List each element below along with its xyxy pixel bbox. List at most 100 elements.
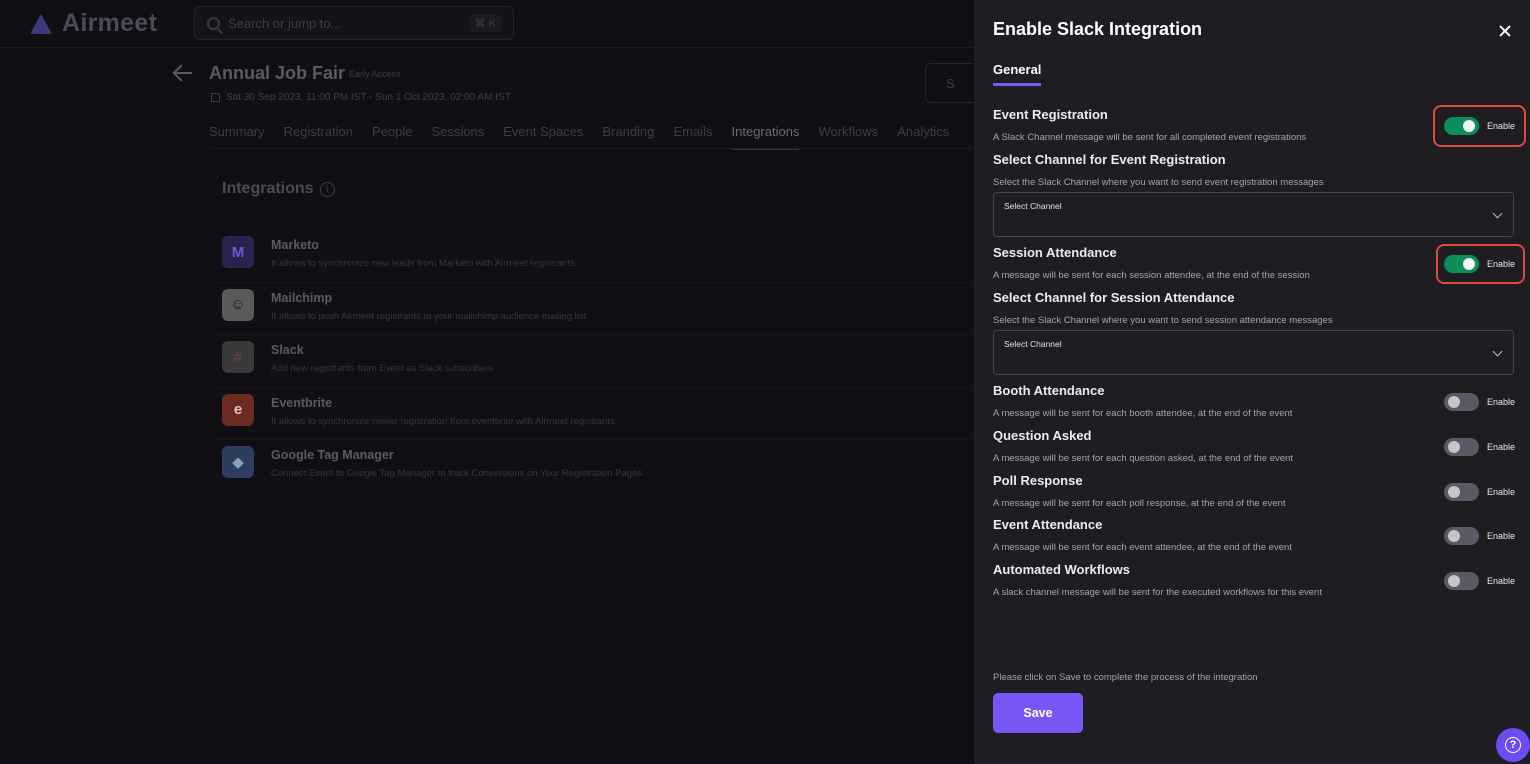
toggle-knob [1448,486,1460,498]
integration-mailchimp[interactable]: ☺ Mailchimp It allows to push Airmeet re… [212,283,974,335]
integration-desc: It allows to synchronize new leads from … [271,258,578,269]
toggle-label: Enable [1487,576,1516,586]
tab-summary[interactable]: Summary [209,124,265,150]
session-attendance-title: Session Attendance [993,245,1117,260]
integration-name: Marketo [271,238,319,252]
toggle-knob [1448,530,1460,542]
poll-response-desc: A message will be sent for each poll res… [993,498,1286,509]
event-date-text: Sat 30 Sep 2023, 11:00 PM IST - Sun 1 Oc… [226,92,511,103]
close-icon[interactable] [1496,22,1514,40]
integration-slack[interactable]: # Slack Add new registrants from Event a… [212,335,974,388]
select-channel-event-registration-desc: Select the Slack Channel where you want … [993,177,1324,188]
slack-integration-drawer: Enable Slack Integration General Event R… [974,0,1530,764]
integration-desc: Add new registrants from Event as Slack … [271,363,494,374]
early-access-badge: Early Access [349,69,401,79]
airmeet-logo[interactable]: Airmeet [28,8,157,38]
select-placeholder: Select Channel [1004,339,1062,349]
info-icon[interactable]: i [319,181,335,197]
save-button[interactable]: Save [993,693,1083,733]
toggle-switch[interactable] [1444,527,1479,545]
tab-people[interactable]: People [372,124,412,150]
search-shortcut: ⌘ K [469,14,501,32]
integration-eventbrite[interactable]: e Eventbrite It allows to synchronize ne… [212,388,974,440]
integration-desc: It allows to synchronize newer registrat… [271,415,615,427]
tab-branding[interactable]: Branding [602,124,654,150]
toggle-knob [1463,258,1475,270]
tab-emails[interactable]: Emails [674,124,713,150]
select-channel-event-registration-title: Select Channel for Event Registration [993,152,1226,167]
event-registration-desc: A Slack Channel message will be sent for… [993,132,1307,143]
toggle-switch[interactable] [1444,438,1479,456]
calendar-icon [211,93,220,102]
event-attendance-toggle[interactable]: Enable [1444,524,1516,548]
toggle-knob [1448,575,1460,587]
toggle-switch[interactable] [1444,572,1479,590]
booth-attendance-desc: A message will be sent for each booth at… [993,408,1293,419]
integrations-heading-text: Integrations [222,180,314,197]
tab-integrations[interactable]: Integrations [731,124,800,150]
search-bar[interactable]: Search or jump to... ⌘ K [194,6,514,40]
tab-registration[interactable]: Registration [284,124,353,150]
tab-general[interactable]: General [993,62,1042,86]
integration-name: Mailchimp [271,290,333,305]
toggle-label: Enable [1487,487,1516,497]
session-attendance-channel-select[interactable]: Select Channel [993,330,1514,375]
session-attendance-toggle[interactable]: Enable [1444,252,1515,276]
background-app: Airmeet Search or jump to... ⌘ K Annual … [0,0,974,764]
event-registration-title: Event Registration [993,107,1108,122]
integration-name: Slack [271,343,304,357]
marketo-logo-icon: M [222,236,254,268]
help-icon: ? [1505,737,1521,753]
select-channel-session-attendance-title: Select Channel for Session Attendance [993,290,1235,305]
tab-sessions[interactable]: Sessions [431,124,484,150]
integrations-heading: Integrations i [222,180,335,198]
help-button[interactable]: ? [1496,728,1530,762]
select-placeholder: Select Channel [1004,201,1062,211]
event-date: Sat 30 Sep 2023, 11:00 PM IST - Sun 1 Oc… [211,92,511,103]
integration-desc: Connect Event to Google Tag Manager to t… [271,468,643,479]
event-registration-toggle[interactable]: Enable [1444,114,1516,138]
automated-workflows-desc: A slack channel message will be sent for… [993,587,1322,598]
poll-response-title: Poll Response [993,473,1083,488]
question-asked-desc: A message will be sent for each question… [993,453,1293,464]
booth-attendance-title: Booth Attendance [993,383,1105,398]
tab-event-spaces[interactable]: Event Spaces [503,124,583,150]
event-attendance-title: Event Attendance [993,517,1103,532]
toggle-switch[interactable] [1444,483,1479,501]
mailchimp-logo-icon: ☺ [222,288,254,321]
toggle-switch[interactable] [1444,393,1479,411]
tab-analytics[interactable]: Analytics [897,124,949,150]
event-title: Annual Job Fair [209,63,346,83]
session-attendance-desc: A message will be sent for each session … [993,270,1310,281]
share-button[interactable]: S [925,63,974,103]
toggle-label: Enable [1487,531,1516,541]
event-registration-channel-select[interactable]: Select Channel [993,192,1514,237]
integrations-list: M Marketo It allows to synchronize new l… [212,230,974,493]
integration-desc: It allows to push Airmeet registrants to… [271,310,587,322]
poll-response-toggle[interactable]: Enable [1444,480,1516,504]
share-button-label: S [946,75,955,91]
airmeet-logo-icon [28,10,54,36]
toggle-knob [1448,396,1460,408]
integration-name: Google Tag Manager [271,448,394,462]
chevron-down-icon [1492,346,1503,357]
toggle-switch[interactable] [1444,117,1479,135]
toggle-switch[interactable] [1444,255,1479,273]
logo-text: Airmeet [62,8,158,37]
integration-marketo[interactable]: M Marketo It allows to synchronize new l… [212,230,974,283]
eventbrite-logo-icon: e [222,393,254,426]
integration-name: Eventbrite [271,395,333,410]
question-asked-toggle[interactable]: Enable [1444,435,1515,459]
search-icon [207,16,220,30]
automated-workflows-toggle[interactable]: Enable [1444,569,1516,593]
tab-workflows[interactable]: Workflows [818,124,878,150]
select-channel-session-attendance-desc: Select the Slack Channel where you want … [993,315,1333,326]
back-arrow-icon[interactable] [172,62,194,84]
chevron-down-icon [1492,208,1503,219]
toggle-label: Enable [1487,121,1516,131]
event-tabs: Summary Registration People Sessions Eve… [209,124,949,150]
integration-google-tag-manager[interactable]: ◆ Google Tag Manager Connect Event to Go… [212,440,974,493]
top-bar: Airmeet Search or jump to... ⌘ K [0,0,974,48]
booth-attendance-toggle[interactable]: Enable [1444,390,1515,414]
drawer-title: Enable Slack Integration [993,19,1203,39]
